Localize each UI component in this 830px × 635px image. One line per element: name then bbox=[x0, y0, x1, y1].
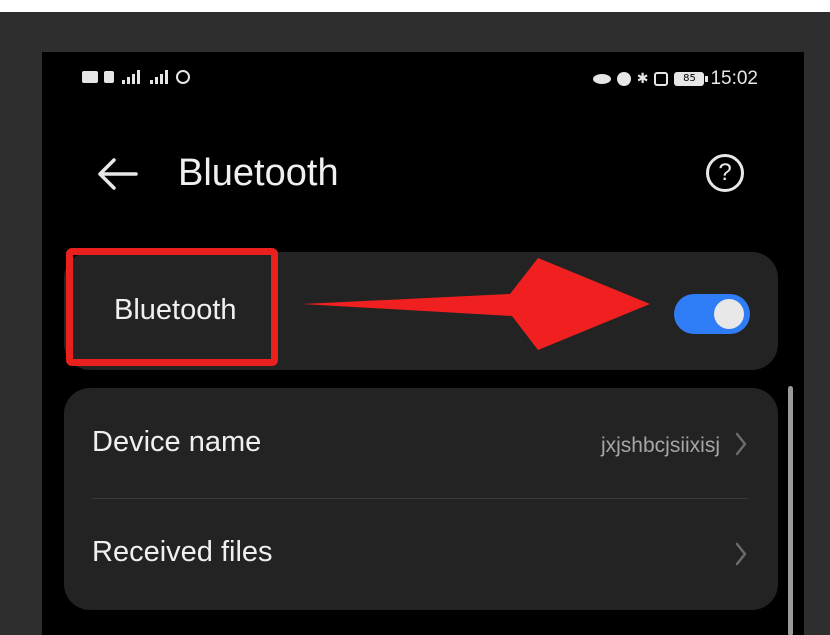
bluetooth-toggle-switch[interactable] bbox=[674, 294, 750, 334]
status-right-icons: ✱ 85 15:02 bbox=[592, 68, 758, 90]
device-name-label: Device name bbox=[92, 426, 262, 458]
annotation-highlight-box bbox=[66, 248, 278, 366]
device-name-row[interactable]: Device name jxjshbcjsiixisj bbox=[64, 388, 778, 498]
scrollbar[interactable] bbox=[788, 386, 793, 635]
hotspot-icon bbox=[176, 70, 190, 84]
annotation-arrow bbox=[302, 258, 650, 350]
received-files-row[interactable]: Received files bbox=[64, 498, 778, 608]
chevron-right-icon bbox=[735, 542, 747, 566]
device-name-value: jxjshbcjsiixisj bbox=[600, 434, 720, 457]
bluetooth-settings-list: Device name jxjshbcjsiixisj Received fil… bbox=[64, 388, 778, 610]
back-arrow-icon[interactable] bbox=[96, 154, 140, 194]
status-time: 15:02 bbox=[710, 68, 758, 89]
received-files-label: Received files bbox=[92, 536, 273, 568]
device-frame: ✱ 85 15:02 Bluetooth ? Bluetooth Device … bbox=[0, 12, 830, 635]
phone-screen: ✱ 85 15:02 Bluetooth ? Bluetooth Device … bbox=[42, 52, 804, 635]
eye-icon bbox=[592, 74, 611, 84]
help-icon[interactable]: ? bbox=[706, 154, 744, 192]
vibrate-icon bbox=[654, 72, 669, 86]
page-header: Bluetooth ? bbox=[42, 146, 804, 202]
sim-icon bbox=[104, 71, 114, 83]
status-bar: ✱ 85 15:02 bbox=[42, 68, 804, 94]
page-title: Bluetooth bbox=[178, 152, 339, 194]
signal-icon bbox=[148, 70, 170, 84]
toggle-knob bbox=[714, 299, 744, 329]
bluetooth-icon: ✱ bbox=[636, 71, 649, 87]
alarm-icon bbox=[616, 72, 631, 86]
battery-icon: 85 bbox=[674, 72, 709, 86]
status-left-icons bbox=[82, 70, 190, 84]
chevron-right-icon bbox=[735, 432, 747, 456]
hd-icon bbox=[82, 71, 98, 83]
signal-icon bbox=[120, 70, 142, 84]
